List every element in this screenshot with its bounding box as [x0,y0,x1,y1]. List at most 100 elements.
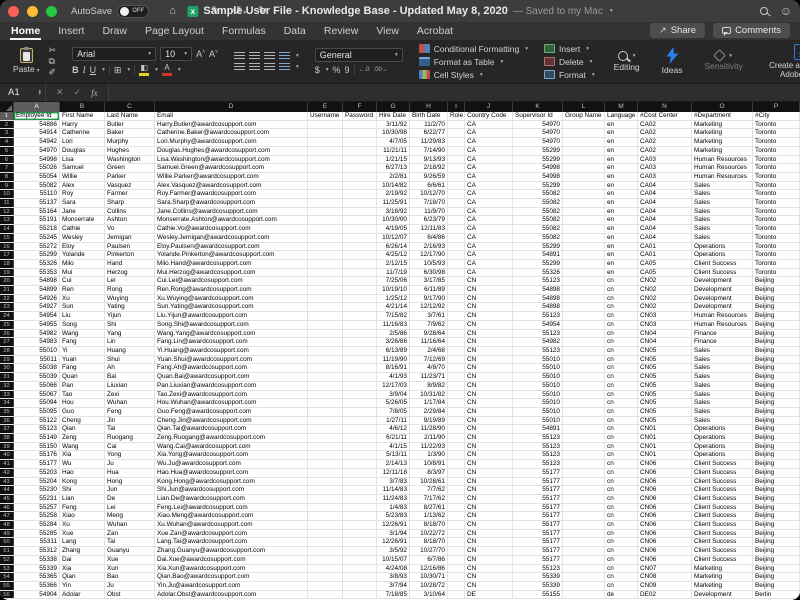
cell-B41[interactable]: Wu [60,460,105,468]
cell-D24[interactable]: Liu.Yijun@awardcosupport.com [155,312,308,320]
cell-E49[interactable] [308,530,343,538]
cell-N45[interactable]: CN06 [638,495,692,503]
cell-O11[interactable]: Sales [692,199,753,207]
cell-M2[interactable]: en [605,121,638,129]
cell-G51[interactable]: 3/5/92 [377,547,410,555]
tab-formulas[interactable]: Formulas [221,23,267,40]
cell-I16[interactable] [448,243,465,251]
cell-J54[interactable]: CN [465,573,513,581]
decrease-font-size-button[interactable]: A˅ [209,50,218,59]
cell-O42[interactable]: Client Success [692,469,753,477]
cell-M53[interactable]: cn [605,565,638,573]
cell-I54[interactable] [448,573,465,581]
cell-A51[interactable]: 55312 [14,547,60,555]
cell-E54[interactable] [308,573,343,581]
cell-K46[interactable]: 55177 [513,504,563,512]
cell-K15[interactable]: 55082 [513,234,563,242]
cell-D17[interactable]: Yolande.Pinkerton@awardcosupport.com [155,251,308,259]
column-header-J[interactable]: J [465,102,513,112]
cell-A56[interactable]: 54904 [14,591,60,599]
cell-C40[interactable]: Yong [105,451,155,459]
cell-F55[interactable] [343,582,377,590]
cell-O44[interactable]: Client Success [692,486,753,494]
cell-K41[interactable]: 55123 [513,460,563,468]
cell-E39[interactable] [308,443,343,451]
cell-M1[interactable]: Language [605,112,638,120]
cell-D54[interactable]: Qian.Bao@awardcosupport.com [155,573,308,581]
cell-I13[interactable] [448,216,465,224]
cell-A52[interactable]: 55338 [14,556,60,564]
cut-button[interactable]: ✂ [49,46,57,55]
cell-D53[interactable]: Xia.Xun@awardcosupport.com [155,565,308,573]
cell-O12[interactable]: Sales [692,208,753,216]
cell-M19[interactable]: en [605,269,638,277]
cell-G23[interactable]: 4/21/14 [377,303,410,311]
cell-M39[interactable]: cn [605,443,638,451]
cell-A8[interactable]: 55054 [14,173,60,181]
cell-D8[interactable]: Willie.Parker@awardcosupport.com [155,173,308,181]
cell-O53[interactable]: Marketing [692,565,753,573]
cell-J36[interactable]: CN [465,417,513,425]
cell-N38[interactable]: CN01 [638,434,692,442]
cell-J26[interactable]: CN [465,330,513,338]
cell-E17[interactable] [308,251,343,259]
cell-I35[interactable] [448,408,465,416]
cell-H16[interactable]: 2/16/93 [410,243,448,251]
fill-color-button[interactable]: ◧ [139,64,149,76]
cell-I31[interactable] [448,373,465,381]
cell-J9[interactable]: CA [465,182,513,190]
cell-O29[interactable]: Sales [692,356,753,364]
cell-C35[interactable]: Feng [105,408,155,416]
cell-J23[interactable]: CN [465,303,513,311]
font-color-button[interactable]: A [162,64,172,76]
cell-E40[interactable] [308,451,343,459]
decrease-decimal-button[interactable]: .00→ [374,67,388,73]
cell-O8[interactable]: Human Resources [692,173,753,181]
cell-E14[interactable] [308,225,343,233]
cell-M48[interactable]: cn [605,521,638,529]
cell-O30[interactable]: Sales [692,364,753,372]
cell-P41[interactable]: Beijing [753,460,800,468]
cell-L48[interactable] [563,521,605,529]
cell-H38[interactable]: 2/11/90 [410,434,448,442]
cell-J56[interactable]: DE [465,591,513,599]
align-top-button[interactable] [234,52,245,60]
cell-E30[interactable] [308,364,343,372]
cell-M37[interactable]: cn [605,425,638,433]
cell-A39[interactable]: 55150 [14,443,60,451]
column-header-A[interactable]: A [14,102,60,112]
cell-B22[interactable]: Xu [60,295,105,303]
cell-C46[interactable]: Lei [105,504,155,512]
cell-P7[interactable]: Toronto [753,164,800,172]
cell-G14[interactable]: 4/19/05 [377,225,410,233]
cell-E9[interactable] [308,182,343,190]
cell-D23[interactable]: Sun.Yating@awardcosupport.com [155,303,308,311]
cell-J10[interactable]: CA [465,190,513,198]
cell-K16[interactable]: 55299 [513,243,563,251]
cell-D13[interactable]: Monserrate.Ashton@awardcosupport.com [155,216,308,224]
cell-O31[interactable]: Sales [692,373,753,381]
cell-styles-button[interactable]: Cell Styles▾ [419,70,528,80]
cell-F7[interactable] [343,164,377,172]
cell-H21[interactable]: 6/11/89 [410,286,448,294]
cell-K52[interactable]: 55177 [513,556,563,564]
row-header-56[interactable]: 56 [0,591,14,599]
cell-F26[interactable] [343,330,377,338]
increase-decimal-button[interactable]: ←.0 [359,67,370,73]
cell-G5[interactable]: 11/21/11 [377,147,410,155]
cell-F11[interactable] [343,199,377,207]
row-header-17[interactable]: 17 [0,251,14,259]
cell-P34[interactable]: Beijing [753,399,800,407]
cell-B51[interactable]: Zhang [60,547,105,555]
cell-N34[interactable]: CN05 [638,399,692,407]
align-right-button[interactable] [264,63,275,71]
cell-B47[interactable]: Xiao [60,512,105,520]
cell-G19[interactable]: 11/7/19 [377,269,410,277]
cell-A28[interactable]: 55010 [14,347,60,355]
cell-J44[interactable]: CN [465,486,513,494]
cell-N37[interactable]: CN01 [638,425,692,433]
cell-M46[interactable]: cn [605,504,638,512]
cell-C44[interactable]: Jun [105,486,155,494]
cell-G4[interactable]: 4/7/05 [377,138,410,146]
cell-B54[interactable]: Qian [60,573,105,581]
